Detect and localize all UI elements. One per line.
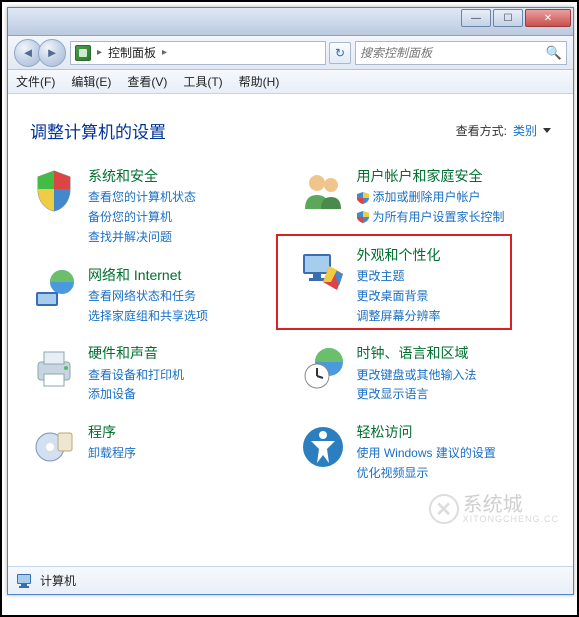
watermark-subtext: XITONGCHENG.CC — [463, 515, 559, 524]
link-backup[interactable]: 备份您的计算机 — [88, 209, 283, 226]
view-by-selector[interactable]: 查看方式: 类别 — [456, 122, 551, 139]
menu-tools[interactable]: 工具(T) — [183, 73, 222, 90]
ease-of-access-icon — [299, 423, 347, 471]
category-title-hardware[interactable]: 硬件和声音 — [88, 344, 283, 362]
link-change-theme[interactable]: 更改主题 — [357, 268, 552, 285]
search-icon: 🔍 — [546, 45, 562, 61]
category-system-security: 系统和安全 查看您的计算机状态 备份您的计算机 查找并解决问题 — [30, 167, 283, 246]
category-title-system[interactable]: 系统和安全 — [88, 167, 283, 185]
address-bar[interactable]: ▸ 控制面板 ▸ — [70, 41, 326, 65]
appearance-icon — [299, 246, 347, 294]
link-uninstall[interactable]: 卸载程序 — [88, 445, 283, 462]
link-homegroup[interactable]: 选择家庭组和共享选项 — [88, 308, 283, 325]
uac-shield-icon — [357, 192, 369, 204]
close-button[interactable]: ✕ — [525, 9, 571, 27]
link-devices-printers[interactable]: 查看设备和打印机 — [88, 367, 283, 384]
category-title-network[interactable]: 网络和 Internet — [88, 266, 283, 284]
category-user-accounts: 用户帐户和家庭安全 添加或删除用户帐户 为所有用户设置家长控制 — [299, 167, 552, 226]
menu-edit[interactable]: 编辑(E) — [71, 73, 111, 90]
category-appearance: 外观和个性化 更改主题 更改桌面背景 调整屏幕分辨率 — [299, 246, 552, 325]
chevron-down-icon — [543, 128, 551, 133]
shield-icon — [30, 167, 78, 215]
navigation-toolbar: ◄ ► ▸ 控制面板 ▸ ↻ 🔍 — [8, 36, 573, 70]
link-windows-recommend[interactable]: 使用 Windows 建议的设置 — [357, 445, 552, 462]
watermark-text: 系统城 — [463, 495, 559, 515]
printer-icon — [30, 344, 78, 392]
programs-icon — [30, 423, 78, 471]
maximize-button[interactable]: ☐ — [493, 9, 523, 27]
link-troubleshoot[interactable]: 查找并解决问题 — [88, 229, 283, 246]
page-title: 调整计算机的设置 — [30, 118, 166, 143]
link-add-device[interactable]: 添加设备 — [88, 386, 283, 403]
link-network-status[interactable]: 查看网络状态和任务 — [88, 288, 283, 305]
titlebar: — ☐ ✕ — [8, 8, 573, 36]
watermark-logo-icon: ✕ — [429, 494, 459, 524]
link-view-status[interactable]: 查看您的计算机状态 — [88, 189, 283, 206]
refresh-button[interactable]: ↻ — [329, 42, 351, 64]
category-title-clock[interactable]: 时钟、语言和区域 — [357, 344, 552, 362]
menu-file[interactable]: 文件(F) — [16, 73, 55, 90]
category-programs: 程序 卸载程序 — [30, 423, 283, 471]
category-network: 网络和 Internet 查看网络状态和任务 选择家庭组和共享选项 — [30, 266, 283, 325]
category-clock-region: 时钟、语言和区域 更改键盘或其他输入法 更改显示语言 — [299, 344, 552, 403]
category-title-programs[interactable]: 程序 — [88, 423, 283, 441]
watermark: ✕ 系统城 XITONGCHENG.CC — [429, 494, 559, 524]
link-optimize-video[interactable]: 优化视频显示 — [357, 465, 552, 482]
link-change-background[interactable]: 更改桌面背景 — [357, 288, 552, 305]
breadcrumb-root[interactable]: 控制面板 — [108, 44, 156, 61]
menu-help[interactable]: 帮助(H) — [239, 73, 280, 90]
search-input[interactable] — [360, 46, 542, 60]
category-hardware: 硬件和声音 查看设备和打印机 添加设备 — [30, 344, 283, 403]
menu-view[interactable]: 查看(V) — [127, 73, 167, 90]
statusbar: 计算机 — [8, 566, 573, 594]
category-title-ease[interactable]: 轻松访问 — [357, 423, 552, 441]
menubar: 文件(F) 编辑(E) 查看(V) 工具(T) 帮助(H) — [8, 70, 573, 94]
statusbar-label: 计算机 — [40, 572, 76, 589]
view-by-value[interactable]: 类别 — [513, 122, 537, 139]
users-icon — [299, 167, 347, 215]
computer-icon — [16, 573, 34, 589]
category-title-user[interactable]: 用户帐户和家庭安全 — [357, 167, 552, 185]
category-ease-of-access: 轻松访问 使用 Windows 建议的设置 优化视频显示 — [299, 423, 552, 482]
chevron-right-icon: ▸ — [95, 47, 104, 58]
link-change-lang[interactable]: 更改显示语言 — [357, 386, 552, 403]
forward-button[interactable]: ► — [38, 39, 66, 67]
link-adjust-resolution[interactable]: 调整屏幕分辨率 — [357, 308, 552, 325]
network-icon — [30, 266, 78, 314]
link-add-remove-user[interactable]: 添加或删除用户帐户 — [357, 189, 552, 206]
clock-globe-icon — [299, 344, 347, 392]
control-panel-icon — [75, 45, 91, 61]
content-area: 调整计算机的设置 查看方式: 类别 系统和安全 — [8, 94, 573, 564]
view-by-label: 查看方式: — [456, 122, 507, 139]
category-title-appearance[interactable]: 外观和个性化 — [357, 246, 552, 264]
chevron-right-icon: ▸ — [160, 47, 169, 58]
search-box[interactable]: 🔍 — [355, 41, 567, 65]
link-parental-controls[interactable]: 为所有用户设置家长控制 — [357, 209, 552, 226]
minimize-button[interactable]: — — [461, 9, 491, 27]
uac-shield-icon — [357, 211, 369, 223]
link-change-keyboard[interactable]: 更改键盘或其他输入法 — [357, 367, 552, 384]
control-panel-window: — ☐ ✕ ◄ ► ▸ 控制面板 ▸ ↻ 🔍 文 — [7, 7, 574, 595]
